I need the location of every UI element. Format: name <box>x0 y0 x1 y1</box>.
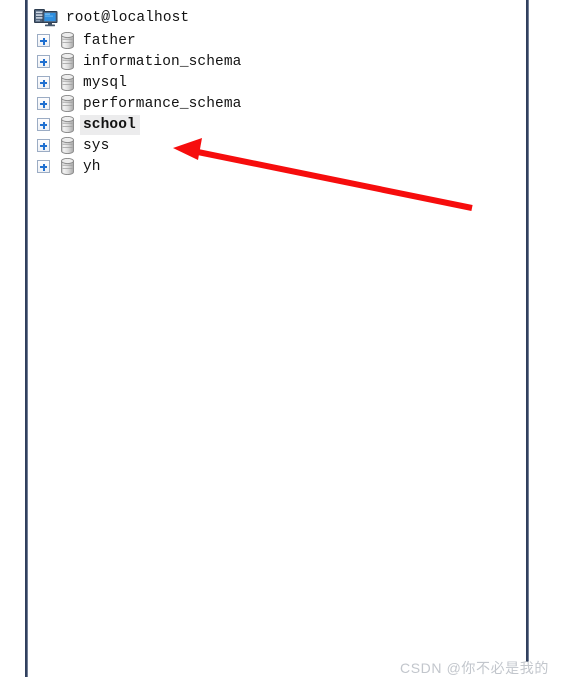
panel-left-border <box>25 0 28 677</box>
database-icon <box>61 136 74 155</box>
database-icon <box>61 115 74 134</box>
tree-node-label: information_schema <box>83 53 242 70</box>
panel-right-border <box>526 0 529 662</box>
connection-tree: root@localhost father information_schema… <box>33 6 503 177</box>
tree-node-label: yh <box>83 158 101 175</box>
tree-node-label: sys <box>83 137 110 154</box>
database-tree-panel: root@localhost father information_schema… <box>0 0 561 686</box>
tree-node-label: father <box>83 32 136 49</box>
tree-node-sys[interactable]: sys <box>33 135 503 156</box>
database-icon <box>61 31 74 50</box>
server-host-icon <box>34 8 58 28</box>
tree-node-father[interactable]: father <box>33 30 503 51</box>
tree-node-label-selected: school <box>80 114 140 135</box>
database-icon <box>61 157 74 176</box>
tree-node-label: mysql <box>83 74 128 91</box>
tree-node-root[interactable]: root@localhost <box>33 6 503 30</box>
tree-node-information-schema[interactable]: information_schema <box>33 51 503 72</box>
watermark-text: CSDN @你不必是我的 <box>400 660 549 676</box>
tree-node-yh[interactable]: yh <box>33 156 503 177</box>
expand-plus-icon[interactable] <box>37 34 50 47</box>
tree-node-root-label: root@localhost <box>66 10 190 26</box>
database-icon <box>61 52 74 71</box>
tree-node-mysql[interactable]: mysql <box>33 72 503 93</box>
expand-plus-icon[interactable] <box>37 160 50 173</box>
expand-plus-icon[interactable] <box>37 97 50 110</box>
database-icon <box>61 73 74 92</box>
expand-plus-icon[interactable] <box>37 55 50 68</box>
expand-plus-icon[interactable] <box>37 139 50 152</box>
expand-plus-icon[interactable] <box>37 118 50 131</box>
tree-node-school[interactable]: school <box>33 114 503 135</box>
expand-plus-icon[interactable] <box>37 76 50 89</box>
database-icon <box>61 94 74 113</box>
tree-node-label: performance_schema <box>83 95 242 112</box>
tree-node-performance-schema[interactable]: performance_schema <box>33 93 503 114</box>
